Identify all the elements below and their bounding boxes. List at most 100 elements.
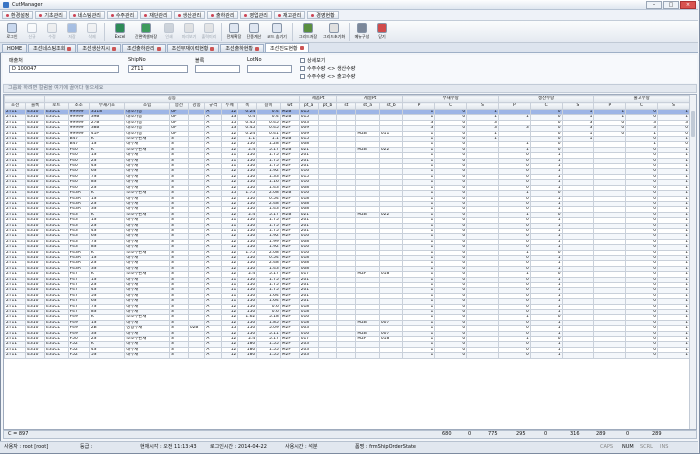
group-header-0[interactable] <box>4 95 46 103</box>
tab-close-icon[interactable] <box>156 46 161 51</box>
tab-5[interactable]: 조선출하현황 <box>220 44 265 52</box>
toolbar-button-9[interactable]: 출력미리 <box>199 21 219 42</box>
column-header[interactable]: S <box>466 102 499 110</box>
menu-item-3[interactable]: 수주관리 <box>106 11 139 19</box>
tab-4[interactable]: 조선부재이력현황 <box>166 44 220 52</box>
column-header[interactable]: 승선 <box>168 102 189 110</box>
toolbar-button-5[interactable]: Excel <box>107 21 133 42</box>
tab-close-icon[interactable] <box>111 46 116 51</box>
title-bar[interactable]: CutManager – □ × <box>0 0 698 10</box>
column-header[interactable]: 소조 <box>67 102 90 110</box>
column-header[interactable]: P <box>402 102 436 110</box>
column-header[interactable]: 조립 <box>124 102 170 110</box>
maximize-button[interactable]: □ <box>663 1 679 9</box>
menu-item-0[interactable]: 환경설정 <box>2 11 34 19</box>
column-header[interactable]: C <box>529 102 563 110</box>
order-vs-production-checkbox[interactable]: 수주수량 <> 생산수량 <box>300 65 355 72</box>
column-header[interactable]: S <box>656 102 691 110</box>
tab-close-icon[interactable] <box>299 46 304 50</box>
minimize-button[interactable]: – <box>646 1 662 9</box>
tab-6[interactable]: 조선진도현황 <box>265 43 309 52</box>
scroll-thumb[interactable] <box>691 111 695 137</box>
column-header[interactable]: S <box>561 102 595 110</box>
toolbar-label: 삭제 <box>88 34 96 39</box>
column-header[interactable]: 로트 <box>44 102 69 110</box>
detail-checkbox[interactable]: 상세보기 <box>300 57 325 64</box>
tab-close-icon[interactable] <box>210 46 215 51</box>
column-header[interactable]: 규격 <box>204 102 222 110</box>
tab-2[interactable]: 조선생산지시 <box>77 44 121 52</box>
menu-item-8[interactable]: 재고관리 <box>273 11 306 19</box>
tab-1[interactable]: 조선네스팅조회 <box>28 44 77 52</box>
menu-item-7[interactable]: 영업관리 <box>240 11 272 19</box>
menu-item-6[interactable]: 출하관리 <box>207 11 239 19</box>
column-header[interactable]: P <box>593 102 627 110</box>
group-header-3[interactable]: 계열Pt <box>336 95 404 103</box>
toolbar-button-6[interactable]: 간편엑셀저장 <box>133 21 159 42</box>
column-header[interactable]: P <box>497 102 531 110</box>
lot-input[interactable] <box>247 65 292 73</box>
block-input[interactable] <box>195 65 240 73</box>
toolbar-button-12[interactable]: 코드 숨기기 <box>264 21 290 42</box>
toolbar-button-16[interactable]: 닫기 <box>372 21 392 42</box>
table-row[interactable]: 2T11 E310 E31CL F52 5S 내부재 S A 12 180 1.55 M2F 203 1 0… <box>4 352 691 359</box>
ship-input[interactable]: 2T11 <box>128 65 188 73</box>
toolbar-label: 수정 <box>48 34 56 39</box>
toolbar-button-0[interactable]: 로그인 <box>2 21 22 42</box>
close-button[interactable]: × <box>680 1 696 9</box>
toolbar-button-15[interactable]: 메뉴구성 <box>352 21 372 42</box>
column-header[interactable]: pt_b <box>317 102 338 110</box>
column-header[interactable]: 두께 <box>220 102 239 110</box>
menu-item-9[interactable]: 경영현황 <box>307 11 339 19</box>
column-header[interactable]: C <box>625 102 658 110</box>
toolbar-button-7[interactable]: 인쇄 <box>159 21 179 42</box>
group-header-2[interactable]: 제품Pt <box>298 95 338 103</box>
column-header[interactable]: st_a <box>355 102 380 110</box>
toolbar-button-3[interactable]: 저장 <box>62 21 82 42</box>
column-header[interactable]: st_b <box>378 102 404 110</box>
tab-close-icon[interactable] <box>255 46 260 51</box>
column-header[interactable]: 부재기호 <box>88 102 126 110</box>
column-header[interactable]: 블록 <box>25 102 46 110</box>
column-header[interactable]: 길이 <box>256 102 281 110</box>
tab-0[interactable]: HOME <box>2 44 28 52</box>
group-header-6[interactable]: 출고수량 <box>593 95 690 103</box>
toolbar-label: 전체확장 <box>226 34 242 39</box>
order-vs-shipment-checkbox[interactable]: 수주수량 <> 출고수량 <box>300 73 355 80</box>
grid-footer: C = 897 680 0 775 295 0 316 289 0 289 <box>3 430 697 439</box>
toolbar-button-8[interactable]: 미리보기 <box>179 21 199 42</box>
column-header[interactable]: st <box>336 102 357 110</box>
group-header-4[interactable]: 부재수량 <box>402 95 499 103</box>
toolbar-button-2[interactable]: 수정 <box>42 21 62 42</box>
toolbar-button-11[interactable]: 단종계산 <box>244 21 264 42</box>
column-header[interactable]: wt <box>279 102 300 110</box>
toolbar-button-10[interactable]: 전체확장 <box>224 21 244 42</box>
menu-item-4[interactable]: 재단관리 <box>140 11 172 19</box>
tab-3[interactable]: 조선출하관리 <box>121 44 166 52</box>
table-cell: 1.55 <box>256 352 281 359</box>
tab-close-icon[interactable] <box>67 46 72 51</box>
ship-label: ShipNo <box>128 57 146 63</box>
column-header[interactable]: 호선 <box>4 102 27 110</box>
menu-item-2[interactable]: 네스팅관리 <box>68 11 105 19</box>
table-cell: M2F <box>279 352 300 359</box>
toolbar-label: 신규 <box>28 34 36 39</box>
vertical-scrollbar[interactable] <box>689 95 696 429</box>
group-by-panel[interactable]: 그룹화 하려면 컬럼을 여기에 끌어다 놓으세요 <box>3 84 697 93</box>
group-header-1[interactable]: 공통 <box>44 95 300 103</box>
company-input[interactable]: D 100047 <box>9 65 119 73</box>
column-header[interactable]: 강종 <box>187 102 206 110</box>
column-header[interactable]: 폭 <box>237 102 258 110</box>
total-part-c: 0 <box>468 431 472 437</box>
menu-item-1[interactable]: 기초관리 <box>35 11 67 19</box>
table-cell: 12 <box>220 352 239 359</box>
toolbar-button-14[interactable]: 그리드초기화 <box>321 21 347 42</box>
status-num: NUM <box>622 444 634 450</box>
toolbar-button-13[interactable]: 그리드저장 <box>295 21 321 42</box>
menu-item-5[interactable]: 생산관리 <box>173 11 206 19</box>
toolbar-button-4[interactable]: 삭제 <box>82 21 102 42</box>
toolbar-button-1[interactable]: 신규 <box>22 21 42 42</box>
group-header-5[interactable]: 생산수량 <box>497 95 595 103</box>
column-header[interactable]: pt_a <box>298 102 319 110</box>
column-header[interactable]: C <box>434 102 468 110</box>
